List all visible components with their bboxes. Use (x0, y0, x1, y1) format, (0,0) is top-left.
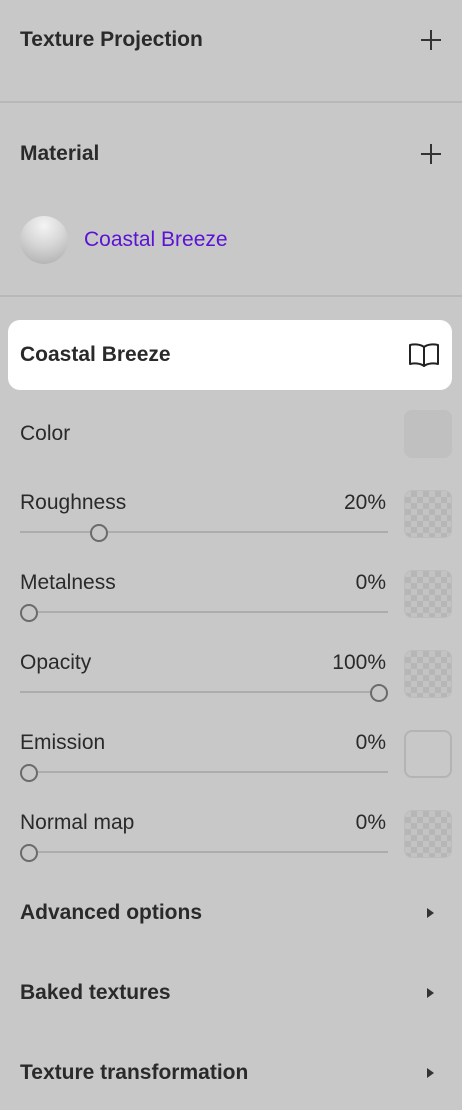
advanced-options-title: Advanced options (20, 901, 203, 924)
metalness-label: Metalness (20, 571, 116, 594)
material-title: Material (20, 142, 100, 165)
texture-transformation-title: Texture transformation (20, 1061, 249, 1084)
texture-projection-title: Texture Projection (20, 28, 203, 51)
roughness-value: 20% (343, 491, 386, 514)
emission-slider-thumb[interactable] (20, 764, 38, 782)
add-material-plus-icon[interactable] (420, 143, 442, 165)
normal-map-texture-slot[interactable] (404, 810, 452, 858)
opacity-slider-track[interactable] (20, 684, 388, 702)
baked-textures-section[interactable]: Baked textures (20, 981, 434, 1005)
baked-textures-title: Baked textures (20, 981, 171, 1004)
roughness-slider-thumb[interactable] (90, 524, 108, 542)
opacity-texture-slot[interactable] (404, 650, 452, 698)
emission-slider-track[interactable] (20, 764, 388, 782)
opacity-value: 100% (332, 651, 386, 674)
normal-map-value: 0% (355, 811, 386, 834)
texture-transformation-section[interactable]: Texture transformation (20, 1061, 434, 1085)
opacity-label: Opacity (20, 651, 92, 674)
opacity-slider-thumb[interactable] (370, 684, 388, 702)
caret-right-icon (427, 1068, 434, 1078)
divider (0, 295, 462, 297)
roughness-label: Roughness (20, 491, 127, 514)
caret-right-icon (427, 908, 434, 918)
normal-map-slider-thumb[interactable] (20, 844, 38, 862)
book-icon[interactable] (408, 342, 440, 368)
metalness-slider-thumb[interactable] (20, 604, 38, 622)
material-card: Coastal Breeze (8, 320, 452, 390)
normal-map-slider-track[interactable] (20, 844, 388, 862)
texture-projection-header: Texture Projection (20, 28, 442, 52)
material-preview-sphere (20, 216, 68, 264)
caret-right-icon (427, 988, 434, 998)
color-swatch[interactable] (404, 410, 452, 458)
roughness-texture-slot[interactable] (404, 490, 452, 538)
material-header: Material (20, 142, 442, 166)
normal-map-label: Normal map (20, 811, 135, 834)
material-item[interactable]: Coastal Breeze (20, 216, 228, 264)
emission-value: 0% (355, 731, 386, 754)
emission-color-swatch[interactable] (404, 730, 452, 778)
plus-icon[interactable] (420, 29, 442, 51)
metalness-value: 0% (355, 571, 386, 594)
color-label: Color (20, 422, 71, 445)
material-card-title: Coastal Breeze (20, 343, 171, 366)
roughness-slider-track[interactable] (20, 524, 388, 542)
advanced-options-section[interactable]: Advanced options (20, 901, 434, 925)
emission-label: Emission (20, 731, 106, 754)
material-link[interactable]: Coastal Breeze (84, 228, 228, 252)
metalness-texture-slot[interactable] (404, 570, 452, 618)
metalness-slider-track[interactable] (20, 604, 388, 622)
divider (0, 101, 462, 103)
